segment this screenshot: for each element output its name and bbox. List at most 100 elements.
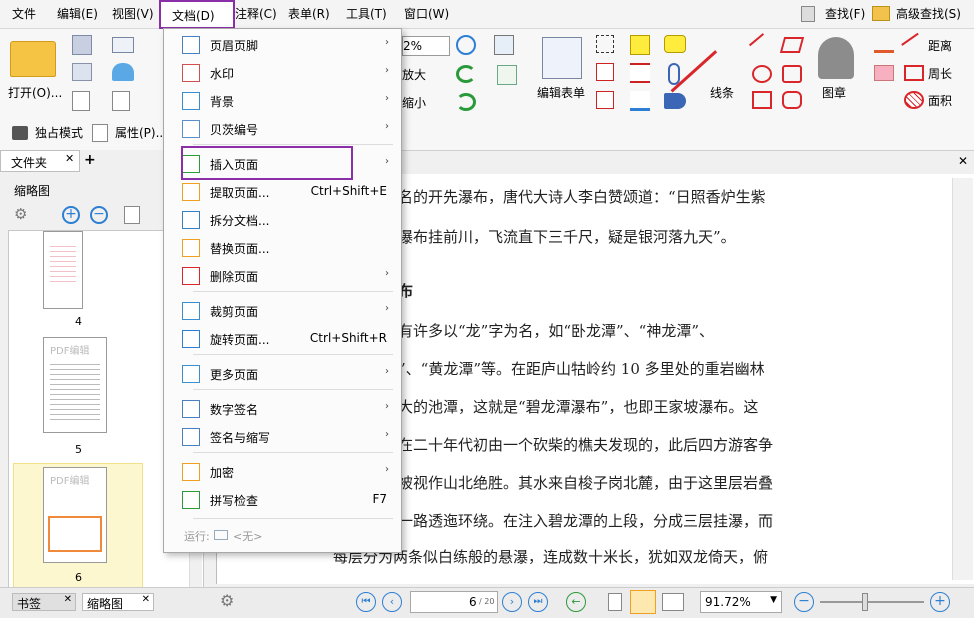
new-document-icon[interactable] <box>112 91 130 111</box>
menu-comment[interactable]: 注释(C) <box>235 5 277 22</box>
rotate-thumb-icon[interactable] <box>124 206 140 224</box>
menu-item-rotate-page[interactable]: 旋转页面... Ctrl+Shift+R <box>164 326 401 352</box>
fit-page-icon[interactable] <box>497 65 517 85</box>
menu-edit[interactable]: 编辑(E) <box>57 5 98 22</box>
zoom-select[interactable]: 91.72% ▼ <box>700 591 782 613</box>
pencil-icon[interactable] <box>874 37 894 53</box>
close-document-icon[interactable]: ✕ <box>958 154 968 168</box>
zoom-in-button[interactable]: + <box>930 592 950 612</box>
zoom-out-thumb-icon[interactable]: − <box>90 206 108 224</box>
close-thumbnails-icon[interactable]: ✕ <box>142 594 150 605</box>
page-thumbnail-5[interactable]: PDF编辑 <box>43 337 107 433</box>
arrow-icon[interactable] <box>748 33 774 57</box>
first-page-button[interactable]: ⏮ <box>356 592 376 612</box>
stamp-icon[interactable] <box>818 37 854 79</box>
menu-item-crop-page[interactable]: 裁剪页面 › <box>164 298 401 324</box>
zoom-tool-icon[interactable] <box>494 35 514 55</box>
menu-item-watermark[interactable]: 水印 › <box>164 60 401 86</box>
distance-button[interactable]: 距离 <box>928 37 952 54</box>
stamp-button[interactable]: 图章 <box>822 84 846 101</box>
facing-page-icon[interactable] <box>662 593 684 611</box>
menu-item-sign-initials[interactable]: 签名与缩写 › <box>164 424 401 450</box>
page-thumbnail-6[interactable]: PDF编辑 <box>43 467 107 563</box>
gear-icon[interactable]: ⚙ <box>14 205 32 223</box>
advanced-find-button[interactable]: 高级查找(S) <box>896 5 961 22</box>
email-icon[interactable] <box>112 37 134 53</box>
menu-item-bates-number[interactable]: 贝茨编号 › <box>164 116 401 142</box>
zoom-in-thumb-icon[interactable]: + <box>62 206 80 224</box>
rotate-left-icon[interactable] <box>456 65 476 83</box>
cloud-icon[interactable] <box>112 63 134 81</box>
zoom-out-button[interactable]: − <box>794 592 814 612</box>
settings-gear-icon[interactable]: ⚙ <box>220 591 234 610</box>
tab-folder[interactable]: 文件夹 ✕ <box>0 150 80 172</box>
area-icon[interactable] <box>904 91 924 109</box>
next-page-button[interactable]: › <box>502 592 522 612</box>
edit-form-button[interactable]: 编辑表单 <box>537 84 585 101</box>
menu-item-header-footer[interactable]: 页眉页脚 › <box>164 32 401 58</box>
enlarge-button[interactable]: 放大 <box>402 66 426 83</box>
add-tab-icon[interactable]: + <box>84 152 96 168</box>
menu-tools[interactable]: 工具(T) <box>346 5 387 22</box>
continuous-page-icon[interactable] <box>630 590 656 614</box>
pentagon-icon[interactable] <box>782 65 802 83</box>
page-thumbnail-4[interactable] <box>43 231 83 309</box>
zoom-in-icon[interactable] <box>456 35 476 55</box>
zoom-field[interactable]: 2% <box>402 36 450 56</box>
vertical-scrollbar[interactable] <box>952 178 973 580</box>
menu-file[interactable]: 文件 <box>12 5 36 22</box>
menu-item-delete-page[interactable]: 删除页面 › <box>164 263 401 289</box>
menu-document[interactable]: 文档(D) <box>159 0 235 29</box>
find-button[interactable]: 查找(F) <box>825 5 865 22</box>
back-button[interactable]: ← <box>566 592 586 612</box>
menu-item-encrypt[interactable]: 加密 › <box>164 459 401 485</box>
cloud-shape-icon[interactable] <box>782 91 802 109</box>
menu-item-split-document[interactable]: 拆分文档... <box>164 207 401 233</box>
eraser-icon[interactable] <box>874 65 894 81</box>
print-icon[interactable] <box>72 63 92 81</box>
exclusive-mode-button[interactable]: 独占模式 <box>35 124 83 141</box>
close-bookmarks-icon[interactable]: ✕ <box>64 594 72 605</box>
previous-page-button[interactable]: ‹ <box>382 592 402 612</box>
callout-text-icon[interactable] <box>596 91 614 109</box>
tab-thumbnails[interactable]: 缩略图 ✕ <box>82 593 154 611</box>
menu-window[interactable]: 窗口(W) <box>404 5 449 22</box>
text-field-icon[interactable] <box>596 35 614 53</box>
rotate-right-icon[interactable] <box>456 93 476 111</box>
note-icon[interactable] <box>664 35 686 53</box>
polygon-icon[interactable] <box>779 37 805 53</box>
properties-button[interactable]: 属性(P)... <box>115 124 167 141</box>
tab-bookmarks[interactable]: 书签 ✕ <box>12 593 76 611</box>
document-icon[interactable] <box>72 91 90 111</box>
save-icon[interactable] <box>72 35 92 55</box>
menu-item-extract-page[interactable]: 提取页面... Ctrl+Shift+E <box>164 179 401 205</box>
area-button[interactable]: 面积 <box>928 92 952 109</box>
menu-item-replace-page[interactable]: 替换页面... <box>164 235 401 261</box>
menu-form[interactable]: 表单(R) <box>288 5 330 22</box>
underline-icon[interactable] <box>630 91 650 111</box>
close-icon[interactable]: ✕ <box>65 152 74 165</box>
open-button[interactable]: 打开(O)... <box>8 84 62 101</box>
zoom-slider-handle[interactable] <box>862 593 868 611</box>
strikeout-icon[interactable] <box>630 63 650 83</box>
distance-icon[interactable] <box>901 32 927 58</box>
typewriter-icon[interactable] <box>630 35 650 55</box>
edit-form-icon[interactable] <box>542 37 582 79</box>
rectangle-icon[interactable] <box>752 91 772 109</box>
ellipse-icon[interactable] <box>752 65 772 83</box>
perimeter-icon[interactable] <box>904 65 924 81</box>
text-box-icon[interactable] <box>596 63 614 81</box>
menu-item-spell-check[interactable]: 拼写检查 F7 <box>164 487 401 513</box>
single-page-icon[interactable] <box>608 593 622 611</box>
menu-item-more-pages[interactable]: 更多页面 › <box>164 361 401 387</box>
lines-button[interactable]: 线条 <box>710 84 734 101</box>
menu-view[interactable]: 视图(V) <box>112 5 154 22</box>
menu-item-background[interactable]: 背景 › <box>164 88 401 114</box>
perimeter-button[interactable]: 周长 <box>928 65 952 82</box>
last-page-button[interactable]: ⏭ <box>528 592 548 612</box>
zoom-slider[interactable] <box>820 601 924 603</box>
page-number-field[interactable]: 6 / 20 <box>410 591 498 613</box>
menu-item-digital-signature[interactable]: 数字签名 › <box>164 396 401 422</box>
folder-open-icon[interactable] <box>10 41 56 77</box>
shrink-button[interactable]: 缩小 <box>402 94 426 111</box>
